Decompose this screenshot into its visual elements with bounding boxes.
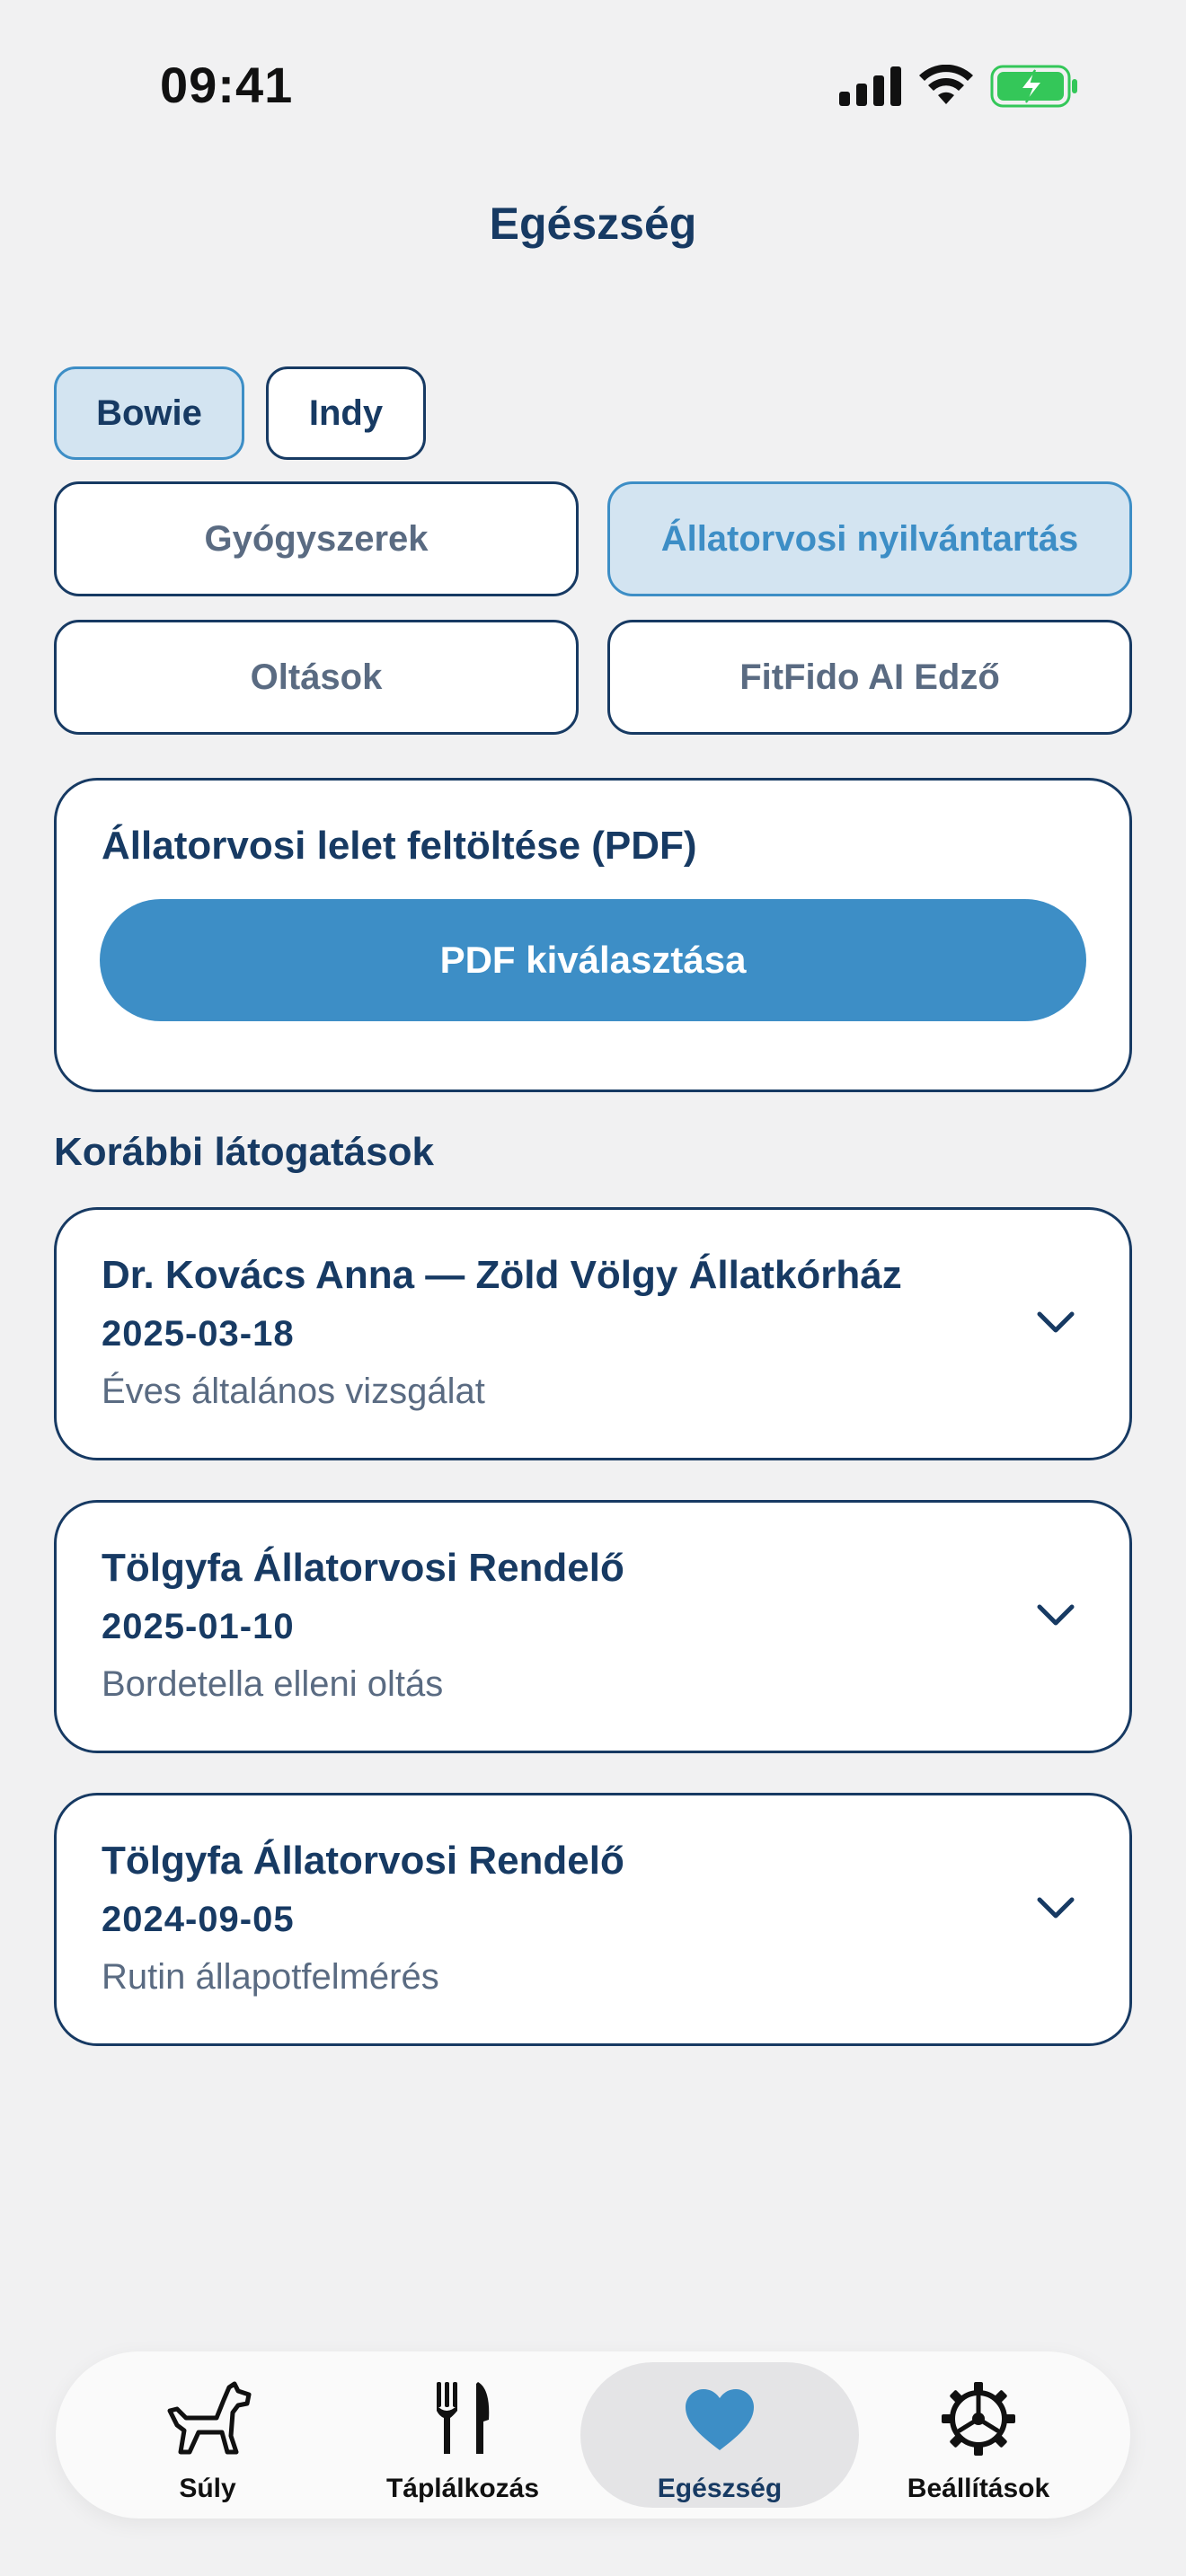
upload-card: Állatorvosi lelet feltöltése (PDF) PDF k… xyxy=(54,778,1132,1092)
chevron-down-icon[interactable] xyxy=(1036,1601,1075,1628)
chevron-down-icon[interactable] xyxy=(1036,1894,1075,1921)
visit-description: Bordetella elleni oltás xyxy=(102,1664,444,1704)
tab-ai-coach[interactable]: FitFido AI Edző xyxy=(607,620,1132,735)
tab-label: Egészség xyxy=(657,2474,783,2503)
gear-icon xyxy=(942,2382,1015,2456)
select-pdf-button[interactable]: PDF kiválasztása xyxy=(100,899,1086,1021)
tab-vaccinations[interactable]: Oltások xyxy=(54,620,579,735)
chevron-down-icon[interactable] xyxy=(1036,1309,1075,1336)
previous-visits-heading: Korábbi látogatások xyxy=(54,1130,434,1174)
visit-card[interactable]: Tölgyfa Állatorvosi Rendelő 2024-09-05 R… xyxy=(54,1793,1132,2046)
dog-icon xyxy=(167,2381,252,2455)
tab-label: Táplálkozás xyxy=(385,2474,540,2503)
visit-title: Dr. Kovács Anna — Zöld Völgy Állatkórház xyxy=(102,1253,902,1297)
tab-label: Beállítások xyxy=(907,2474,1050,2503)
visit-description: Éves általános vizsgálat xyxy=(102,1372,485,1411)
tab-settings[interactable]: Beállítások xyxy=(839,2362,1118,2508)
cellular-signal-icon xyxy=(839,66,901,106)
bottom-tab-bar: Súly Táplálkozás Egészség Beállítások xyxy=(56,2351,1130,2519)
tab-label: Súly xyxy=(179,2474,236,2503)
tab-weight[interactable]: Súly xyxy=(68,2362,347,2508)
visit-description: Rutin állapotfelmérés xyxy=(102,1957,439,1997)
tab-medications[interactable]: Gyógyszerek xyxy=(54,481,579,596)
battery-icon xyxy=(990,65,1077,108)
status-time: 09:41 xyxy=(160,57,294,113)
page-title: Egészség xyxy=(489,198,697,249)
pet-chip-bowie[interactable]: Bowie xyxy=(54,366,244,460)
upload-title: Állatorvosi lelet feltöltése (PDF) xyxy=(102,824,697,868)
health-screen: 09:41 Egészség Bowie Indy Gyógyszerek Ál… xyxy=(0,0,1186,2576)
visit-date: 2025-03-18 xyxy=(102,1314,295,1354)
tab-health[interactable]: Egészség xyxy=(580,2362,859,2508)
visit-date: 2024-09-05 xyxy=(102,1900,295,1939)
tab-nutrition[interactable]: Táplálkozás xyxy=(323,2362,602,2508)
fork-knife-icon xyxy=(437,2382,490,2454)
visit-card[interactable]: Dr. Kovács Anna — Zöld Völgy Állatkórház… xyxy=(54,1207,1132,1460)
pet-chip-indy[interactable]: Indy xyxy=(266,366,426,460)
wifi-icon xyxy=(919,65,973,104)
visit-title: Tölgyfa Állatorvosi Rendelő xyxy=(102,1546,624,1590)
visit-title: Tölgyfa Állatorvosi Rendelő xyxy=(102,1839,624,1883)
visit-card[interactable]: Tölgyfa Állatorvosi Rendelő 2025-01-10 B… xyxy=(54,1500,1132,1753)
tab-vet-records[interactable]: Állatorvosi nyilvántartás xyxy=(607,481,1132,596)
heart-icon xyxy=(686,2389,754,2450)
visit-date: 2025-01-10 xyxy=(102,1607,295,1646)
